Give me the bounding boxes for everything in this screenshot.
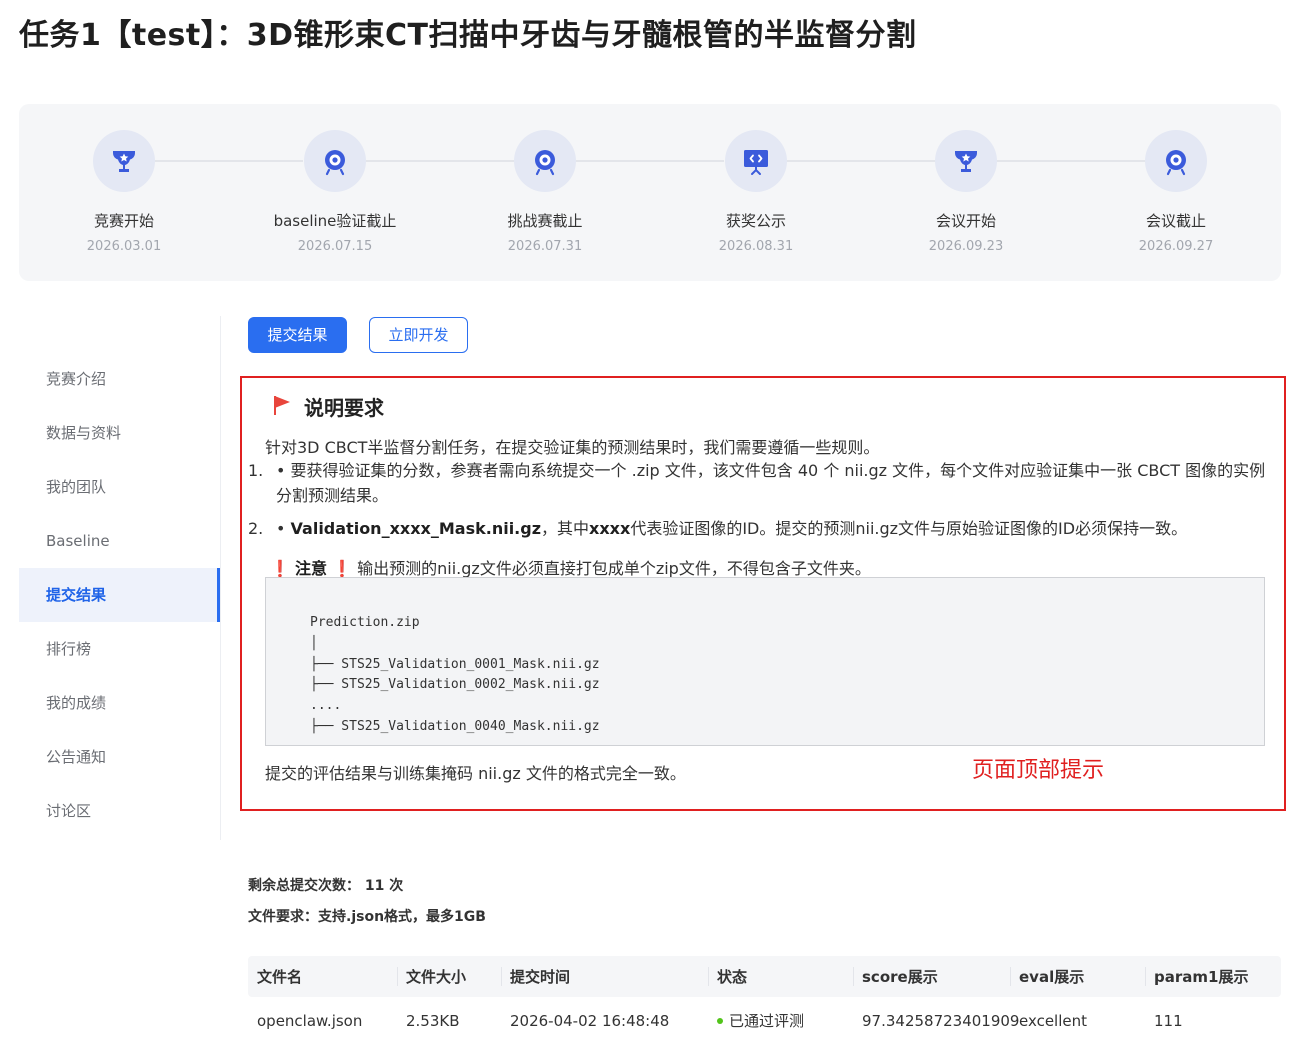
timeline-step-date: 2026.07.31 [507,239,583,254]
column-header: 提交时间 [501,956,708,997]
timeline-step-awards: 获奖公示 2026.08.31 [666,130,846,254]
instructions-panel: 说明要求 针对3D CBCT半监督分割任务，在提交验证集的预测结果时，我们需要遵… [240,376,1286,811]
column-header: 状态 [708,956,853,997]
file-name-cell: openclaw.json [257,1011,363,1030]
instruction-item-2: • Validation_xxxx_Mask.nii.gz，其中xxxx代表验证… [276,516,1187,541]
annotation-label: 页面顶部提示 [972,758,1105,783]
param1-cell: 111 [1154,1011,1183,1030]
warning-icon: ❗ [270,559,290,578]
timeline-step-baseline: baseline验证截止 2026.07.15 [245,130,425,254]
trophy-icon [93,130,155,192]
sidebar-item-baseline[interactable]: Baseline [19,514,220,568]
instruction-text: ，其中 [541,519,590,538]
column-header: eval展示 [1010,956,1145,997]
timeline-step-name: 竞赛开始 [93,212,154,230]
list-bullet: • [276,519,291,538]
status-cell: 已通过评测 [708,997,853,1044]
target-icon [304,130,366,192]
sidebar-item-discussion[interactable]: 讨论区 [19,784,220,838]
sidebar-item-submit[interactable]: 提交结果 [19,568,220,622]
instructions-footer: 提交的评估结果与训练集掩码 nii.gz 文件的格式完全一致。 [265,764,686,783]
sidebar-divider [220,316,221,840]
target-icon [1145,130,1207,192]
timeline-step-date: 2026.08.31 [718,239,794,254]
instructions-intro: 针对3D CBCT半监督分割任务，在提交验证集的预测结果时，我们需要遵循一些规则… [265,438,880,457]
file-size-cell: 2.53KB [406,1011,460,1030]
timeline-step-conference-start: 会议开始 2026.09.23 [876,130,1056,254]
timeline-step-name: 获奖公示 [725,212,786,230]
timeline-step-name: 会议截止 [1145,212,1206,230]
status-text: 已通过评测 [729,1012,805,1030]
competition-timeline: 竞赛开始 2026.03.01 baseline验证截止 2026.07.15 … [19,104,1281,281]
score-cell: 97.34258723401909 [862,1011,1020,1030]
list-number: 2. [248,519,264,538]
timeline-step-date: 2026.09.27 [1138,239,1214,254]
sidebar-nav: 竞赛介绍 数据与资料 我的团队 Baseline 提交结果 排行榜 我的成绩 公… [19,352,220,838]
submissions-table: 文件名 文件大小 提交时间 状态 score展示 eval展示 param1展示… [248,956,1281,1044]
timeline-step-challenge: 挑战赛截止 2026.07.31 [455,130,635,254]
trophy-icon [935,130,997,192]
column-header: param1展示 [1145,956,1281,997]
timeline-step-date: 2026.09.23 [928,239,1004,254]
warning-icon: ❗ [332,559,353,578]
warning-text: 输出预测的nii.gz文件必须直接打包成单个zip文件，不得包含子文件夹。 [357,559,871,578]
id-placeholder: xxxx [589,519,631,538]
instruction-item-1: • 要获得验证集的分数，参赛者需向系统提交一个 .zip 文件，该文件包含 40… [276,461,1266,505]
timeline-step-conference-end: 会议截止 2026.09.27 [1086,130,1266,254]
instructions-header: 说明要求 [270,392,384,421]
timeline-step-name: 会议开始 [935,212,996,230]
table-row: openclaw.json 2.53KB 2026-04-02 16:48:48… [248,997,1281,1044]
timeline-step-start: 竞赛开始 2026.03.01 [34,130,214,254]
timeline-step-name: 挑战赛截止 [507,212,583,230]
warning-label: 注意 [295,559,328,578]
sidebar-item-data[interactable]: 数据与资料 [19,406,220,460]
target-icon [514,130,576,192]
timeline-step-name: baseline验证截止 [273,212,397,230]
code-block: Prediction.zip │ ├── STS25_Validation_00… [265,577,1265,746]
page-title: 任务1【test】：3D锥形束CT扫描中牙齿与牙髓根管的半监督分割 [19,18,917,53]
sidebar-item-leaderboard[interactable]: 排行榜 [19,622,220,676]
warning-line: ❗ 注意 ❗ 输出预测的nii.gz文件必须直接打包成单个zip文件，不得包含子… [270,555,871,579]
list-number: 1. [248,461,264,480]
sidebar-item-intro[interactable]: 竞赛介绍 [19,352,220,406]
submit-result-button[interactable]: 提交结果 [248,317,347,353]
column-header: score展示 [853,956,1010,997]
timeline-step-date: 2026.03.01 [86,239,162,254]
flag-icon [270,393,294,421]
eval-cell: excellent [1019,1011,1088,1030]
column-header: 文件名 [257,968,303,986]
timeline-step-date: 2026.07.15 [297,239,373,254]
instruction-text: 代表验证图像的ID。提交的预测nii.gz文件与原始验证图像的ID必须保持一致。 [630,519,1188,538]
remaining-submissions: 剩余总提交次数： 11 次 [248,878,404,894]
start-develop-button[interactable]: 立即开发 [369,317,468,353]
status-dot-icon [717,1017,723,1024]
sidebar-item-team[interactable]: 我的团队 [19,460,220,514]
submit-time-cell: 2026-04-02 16:48:48 [510,1011,670,1030]
sidebar-item-my-scores[interactable]: 我的成绩 [19,676,220,730]
instructions-title: 说明要求 [304,396,384,420]
column-header: 文件大小 [397,956,501,997]
file-requirements: 文件要求：支持.json格式，最多1GB [248,909,486,925]
table-header: 文件名 文件大小 提交时间 状态 score展示 eval展示 param1展示 [248,956,1281,997]
sidebar-item-announcements[interactable]: 公告通知 [19,730,220,784]
presentation-icon [725,130,787,192]
filename-pattern: Validation_xxxx_Mask.nii.gz [290,519,542,538]
